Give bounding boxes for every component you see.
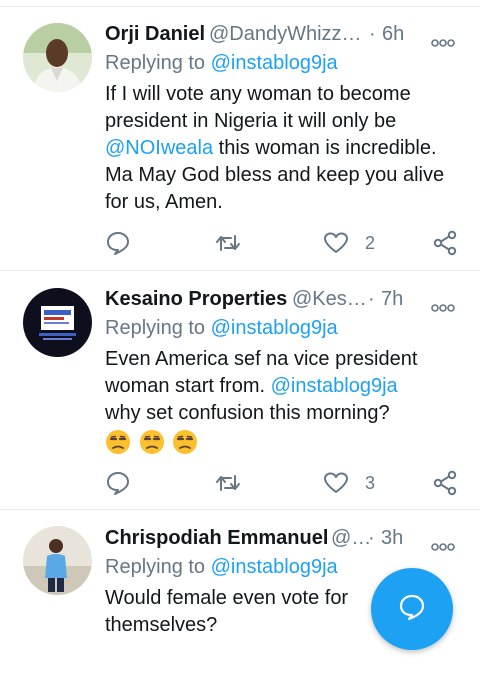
unamused-face-emoji — [172, 429, 198, 455]
tweet-actions: 2 — [105, 228, 470, 258]
replying-label: Replying to — [105, 52, 206, 74]
replying-mention-link[interactable]: @instablog9ja — [211, 556, 338, 578]
tweet-card[interactable]: Orji Daniel @DandyWhizz… · 6h Replying t… — [0, 6, 480, 270]
share-button[interactable] — [432, 228, 458, 258]
display-name[interactable]: Kesaino Properties — [105, 288, 287, 311]
replying-label: Replying to — [105, 556, 206, 578]
display-name[interactable]: Chrispodiah Emmanuel — [105, 527, 328, 550]
share-button[interactable] — [432, 468, 458, 498]
mention-link[interactable]: @instablog9ja — [271, 375, 398, 397]
reply-button[interactable] — [105, 228, 131, 258]
retweet-button[interactable] — [215, 468, 241, 498]
timestamp[interactable]: 7h — [381, 288, 403, 311]
like-count: 2 — [365, 232, 376, 253]
user-handle[interactable]: @… — [331, 527, 371, 550]
tweet-text: If I will vote any woman to become presi… — [105, 81, 465, 216]
tweet-text-line: If I will vote any woman to become — [105, 83, 411, 105]
tweet-header: Kesaino Properties @Kes… · 7h — [105, 285, 467, 313]
like-icon — [323, 230, 349, 256]
replying-mention-link[interactable]: @instablog9ja — [211, 52, 338, 74]
display-name[interactable]: Orji Daniel — [105, 23, 205, 46]
compose-button[interactable] — [371, 568, 453, 650]
user-handle[interactable]: @Kes… — [292, 288, 367, 311]
tweet-text-line: why set confusion this morning? — [105, 402, 390, 424]
tweet-header: Chrispodiah Emmanuel @… · 3h — [105, 524, 467, 552]
replying-to: Replying to @instablog9ja — [105, 317, 338, 340]
replying-mention-link[interactable]: @instablog9ja — [211, 317, 338, 339]
tweet-text-line: Ma May God bless and keep you alive — [105, 164, 445, 186]
tweet-text-line: president in Nigeria it will only be — [105, 110, 397, 132]
separator-dot: · — [369, 23, 376, 45]
reply-button[interactable] — [105, 468, 131, 498]
reply-icon — [105, 230, 131, 256]
timestamp[interactable]: 3h — [381, 527, 403, 550]
retweet-icon — [215, 230, 241, 256]
like-icon — [323, 470, 349, 496]
emoji-row — [105, 428, 465, 457]
unamused-face-emoji — [105, 429, 131, 455]
tweet-text-fragment: woman start from. — [105, 375, 271, 397]
tweet-text-fragment: this woman is incredible. — [213, 137, 437, 159]
like-count: 3 — [365, 472, 376, 493]
tweet-header: Orji Daniel @DandyWhizz… · 6h — [105, 20, 467, 48]
share-icon — [432, 230, 458, 256]
more-icon[interactable] — [431, 534, 455, 551]
tweet-card[interactable]: Kesaino Properties @Kes… · 7h Replying t… — [0, 271, 480, 509]
replying-to: Replying to @instablog9ja — [105, 52, 338, 75]
separator-dot: · — [368, 527, 375, 549]
avatar[interactable] — [23, 23, 92, 92]
more-icon[interactable] — [431, 295, 455, 312]
user-handle[interactable]: @DandyWhizz… — [209, 23, 362, 46]
retweet-button[interactable] — [215, 228, 241, 258]
retweet-icon — [215, 470, 241, 496]
replying-label: Replying to — [105, 317, 206, 339]
tweet-actions: 3 — [105, 468, 470, 498]
more-icon[interactable] — [431, 30, 455, 47]
tweet-text-line: Even America sef na vice president — [105, 348, 418, 370]
tweet-text-line: woman start from. @instablog9ja — [105, 373, 465, 400]
reply-icon — [105, 470, 131, 496]
share-icon — [432, 470, 458, 496]
replying-to: Replying to @instablog9ja — [105, 556, 338, 579]
tweet-text: Even America sef na vice president woman… — [105, 346, 465, 457]
truncated-text — [105, 661, 465, 673]
avatar[interactable] — [23, 526, 92, 595]
mention-link[interactable]: @NOIweala — [105, 137, 213, 159]
compose-icon — [397, 592, 427, 627]
like-button[interactable]: 3 — [323, 468, 375, 498]
separator-dot: · — [368, 288, 375, 310]
timestamp[interactable]: 6h — [382, 23, 404, 46]
tweet-text-line: @NOIweala this woman is incredible. — [105, 135, 465, 162]
tweet-text-line: for us, Amen. — [105, 191, 223, 213]
unamused-face-emoji — [139, 429, 165, 455]
avatar[interactable] — [23, 288, 92, 357]
like-button[interactable]: 2 — [323, 228, 375, 258]
